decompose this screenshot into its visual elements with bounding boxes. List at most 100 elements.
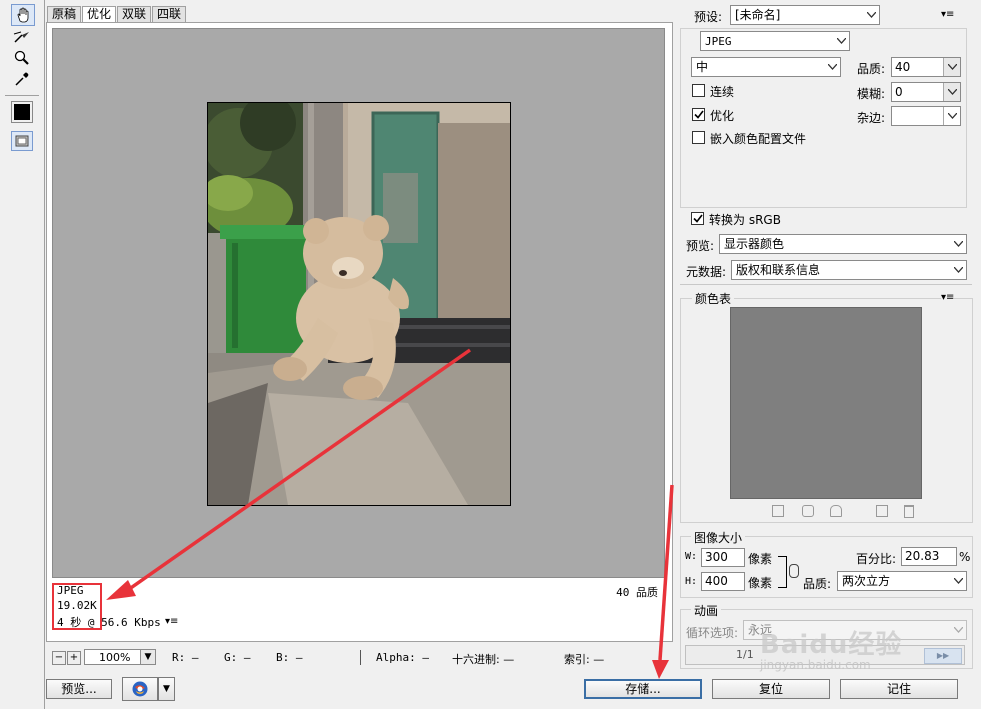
readout-index: 索引: — (564, 653, 605, 666)
readout-g: G: — (224, 651, 251, 664)
resample-quality-select[interactable]: 两次立方 (837, 571, 967, 591)
resample-quality-value: 两次立方 (842, 574, 891, 588)
matte-label: 杂边: (857, 111, 886, 125)
height-label: H: (685, 576, 698, 587)
info-quality: 40 品质 (616, 586, 658, 599)
readout-b: B: — (276, 651, 303, 664)
preset-label: 预设: (694, 10, 723, 24)
percent-input[interactable]: 20.83 (901, 547, 957, 566)
tab-optimized[interactable]: 优化 (82, 6, 117, 22)
info-menu-icon[interactable]: ▾≡ (165, 616, 178, 627)
color-table-swatch-area[interactable] (730, 307, 922, 499)
metadata-select[interactable]: 版权和联系信息 (731, 260, 967, 280)
metadata-label: 元数据: (686, 265, 727, 279)
status-bar: − + 100% ▼ R: — G: — B: — Alpha: — 十六进制:… (46, 648, 671, 668)
preview-mode-select[interactable]: 显示器颜色 (719, 234, 967, 254)
zoom-in-button[interactable]: + (67, 651, 81, 665)
chevron-down-icon[interactable] (943, 107, 960, 125)
readout-alpha: Alpha: — (376, 651, 429, 664)
chevron-down-icon[interactable]: ▼ (140, 649, 156, 665)
quality-level-select[interactable]: 中 (691, 57, 841, 77)
remember-button[interactable]: 记住 (840, 679, 958, 699)
chevron-down-icon (863, 6, 879, 24)
zoom-tool-icon[interactable] (11, 48, 33, 68)
annotation-highlight-box (52, 583, 102, 630)
file-format-value: JPEG (705, 35, 732, 48)
last-frame-icon[interactable]: ▶▶ (924, 648, 962, 664)
chevron-down-icon (833, 32, 849, 50)
checkmark-icon (692, 214, 703, 223)
preview-mode-label: 预览: (686, 239, 715, 253)
preview-image[interactable] (207, 102, 511, 506)
blur-label: 模糊: (857, 87, 886, 101)
color-table-title: 颜色表 (692, 290, 735, 307)
percent-label: 百分比: (856, 552, 897, 566)
color-table-toolbar (772, 505, 932, 519)
resample-quality-label: 品质: (803, 577, 832, 591)
chevron-down-icon (950, 235, 966, 253)
preview-mode-value: 显示器颜色 (724, 237, 785, 251)
convert-srgb-checkbox[interactable] (691, 212, 704, 225)
image-size-title: 图像大小 (691, 529, 746, 546)
quality-level-value: 中 (696, 60, 709, 74)
status-divider (360, 650, 361, 665)
watermark-logo: Baidu经验 (760, 630, 903, 660)
chevron-down-icon[interactable] (943, 83, 960, 101)
optimization-info-panel: JPEG 19.02K 4 秒 @ 56.6 Kbps ▾≡ 40 品质 (52, 580, 663, 632)
tab-four-up[interactable]: 四联 (152, 6, 187, 22)
eyedropper-color-swatch[interactable] (11, 101, 33, 123)
watermark-url: jingyan.baidu.com (760, 658, 871, 672)
view-tabs: 原稿 优化 双联 四联 (47, 6, 187, 22)
readout-hex: 十六进制: — (452, 653, 515, 666)
chevron-down-icon[interactable]: ▼ (158, 677, 175, 701)
metadata-value: 版权和联系信息 (736, 263, 821, 277)
toggle-slices-visibility-icon[interactable] (11, 131, 33, 151)
quality-input[interactable]: 40 (891, 57, 961, 77)
checkmark-icon (693, 110, 704, 119)
matte-select[interactable] (891, 106, 961, 126)
width-input[interactable]: 300 (701, 548, 745, 567)
tab-two-up[interactable]: 双联 (117, 6, 152, 22)
height-input[interactable]: 400 (701, 572, 745, 591)
browser-icon[interactable] (122, 677, 158, 701)
preset-value: [未命名] (735, 8, 781, 22)
readout-r: R: — (172, 651, 199, 664)
trash-icon[interactable] (904, 505, 914, 518)
reset-button[interactable]: 复位 (712, 679, 830, 699)
progressive-checkbox[interactable] (692, 84, 705, 97)
color-table-menu-icon[interactable]: ▾≡ (941, 292, 955, 303)
embed-profile-checkbox[interactable] (692, 131, 705, 144)
chevron-down-icon (950, 621, 966, 639)
chain-link-icon[interactable] (789, 564, 799, 578)
width-label: W: (685, 551, 698, 562)
width-unit: 像素 (748, 552, 773, 566)
quality-value: 40 (895, 60, 911, 74)
tab-original[interactable]: 原稿 (47, 6, 82, 22)
zoom-out-button[interactable]: − (52, 651, 66, 665)
animation-title: 动画 (691, 602, 722, 619)
cube-icon[interactable] (802, 505, 814, 517)
save-button[interactable]: 存储... (584, 679, 702, 699)
preview-in-browser-button[interactable]: 预览... (46, 679, 112, 699)
progressive-label: 连续 (710, 85, 735, 99)
slice-select-tool-icon[interactable] (11, 27, 33, 47)
eyedropper-tool-icon[interactable] (11, 69, 33, 89)
frame-counter: 1/1 (736, 648, 754, 661)
file-format-select[interactable]: JPEG (700, 31, 850, 51)
optimized-checkbox[interactable] (692, 108, 705, 121)
preset-select[interactable]: [未命名] (730, 5, 880, 25)
blur-value: 0 (895, 85, 903, 99)
chevron-down-icon (950, 572, 966, 590)
constrain-bracket (778, 556, 787, 588)
blur-input[interactable]: 0 (891, 82, 961, 102)
web-snap-icon[interactable] (772, 505, 784, 517)
new-color-icon[interactable] (876, 505, 888, 517)
lock-icon[interactable] (830, 505, 842, 517)
quality-label: 品质: (857, 62, 886, 76)
optimized-label: 优化 (710, 109, 735, 123)
hand-tool-icon[interactable] (11, 4, 35, 26)
chevron-down-icon (824, 58, 840, 76)
chevron-down-icon (950, 261, 966, 279)
chevron-down-icon[interactable] (943, 58, 960, 76)
settings-menu-icon[interactable]: ▾≡ (941, 9, 954, 20)
